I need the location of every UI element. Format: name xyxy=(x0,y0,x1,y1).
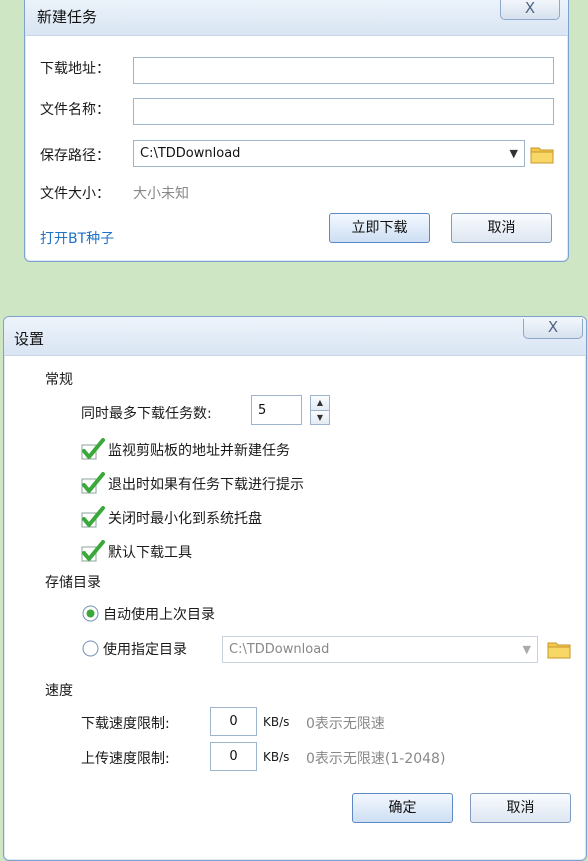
directory-value: C:\TDDownload xyxy=(229,642,330,657)
ok-button[interactable]: 确定 xyxy=(352,793,453,823)
checkbox-label: 关闭时最小化到系统托盘 xyxy=(108,511,262,527)
file-size-label: 文件大小： xyxy=(40,186,110,202)
new-task-title: 新建任务 xyxy=(37,8,98,26)
settings-titlebar: 设置 X xyxy=(4,317,586,356)
checkmark-icon xyxy=(81,540,105,562)
file-name-label: 文件名称： xyxy=(40,102,110,118)
decrement-icon[interactable]: ▼ xyxy=(310,410,330,425)
open-bt-link[interactable]: 打开BT种子 xyxy=(40,228,114,248)
storage-heading: 存储目录 xyxy=(45,575,101,591)
file-size-value: 大小未知 xyxy=(133,186,189,202)
upload-unit: KB/s xyxy=(263,750,290,764)
url-label: 下载地址： xyxy=(40,61,110,77)
upload-limit-input[interactable] xyxy=(210,742,257,771)
radio-selected-icon xyxy=(82,605,99,622)
checkbox-exit-prompt[interactable]: 退出时如果有任务下载进行提示 xyxy=(81,472,381,496)
checkmark-icon xyxy=(81,438,105,460)
new-task-titlebar: 新建任务 X xyxy=(25,0,568,36)
checkbox-minimize-tray[interactable]: 关闭时最小化到系统托盘 xyxy=(81,506,381,530)
settings-dialog: 设置 X 常规 同时最多下载任务数: ▲ ▼ 监视剪贴板的地址并新建任务 退出时… xyxy=(3,316,587,861)
max-tasks-label: 同时最多下载任务数: xyxy=(81,406,212,422)
download-limit-input[interactable] xyxy=(210,707,257,736)
checkmark-icon xyxy=(81,472,105,494)
radio-last-directory[interactable]: 自动使用上次目录 xyxy=(82,603,332,625)
new-task-close-button[interactable]: X xyxy=(500,0,560,20)
checkbox-label: 监视剪贴板的地址并新建任务 xyxy=(108,443,290,459)
upload-limit-label: 上传速度限制: xyxy=(81,751,170,767)
folder-icon[interactable] xyxy=(530,144,554,164)
folder-icon[interactable] xyxy=(547,639,571,659)
chevron-down-icon: ▼ xyxy=(522,643,531,656)
checkbox-monitor-clipboard[interactable]: 监视剪贴板的地址并新建任务 xyxy=(81,438,381,462)
general-heading: 常规 xyxy=(45,372,73,388)
chevron-down-icon: ▼ xyxy=(509,147,518,160)
increment-icon[interactable]: ▲ xyxy=(310,395,330,410)
checkbox-default-tool[interactable]: 默认下载工具 xyxy=(81,540,381,564)
radio-label: 自动使用上次目录 xyxy=(103,607,215,623)
new-task-dialog: 新建任务 X 下载地址： 文件名称： 保存路径： C:\TDDownload ▼… xyxy=(24,0,569,262)
directory-combo[interactable]: C:\TDDownload ▼ xyxy=(222,636,538,663)
file-name-input[interactable] xyxy=(133,98,554,125)
settings-close-button[interactable]: X xyxy=(523,319,583,339)
settings-cancel-button[interactable]: 取消 xyxy=(470,793,571,823)
download-hint: 0表示无限速 xyxy=(306,716,385,732)
download-now-button[interactable]: 立即下载 xyxy=(329,213,430,243)
settings-title: 设置 xyxy=(14,330,45,348)
save-path-combo[interactable]: C:\TDDownload ▼ xyxy=(133,140,525,167)
download-unit: KB/s xyxy=(263,715,290,729)
checkbox-label: 退出时如果有任务下载进行提示 xyxy=(108,477,304,493)
radio-unselected-icon xyxy=(82,640,99,657)
checkmark-icon xyxy=(81,506,105,528)
max-tasks-stepper[interactable]: ▲ ▼ xyxy=(310,395,330,425)
upload-hint: 0表示无限速(1-2048) xyxy=(306,751,446,767)
save-path-label: 保存路径： xyxy=(40,148,110,164)
radio-label: 使用指定目录 xyxy=(103,642,187,658)
radio-specified-directory[interactable]: 使用指定目录 xyxy=(82,638,222,660)
max-tasks-input[interactable] xyxy=(251,395,302,425)
url-input[interactable] xyxy=(133,57,554,84)
checkbox-label: 默认下载工具 xyxy=(108,545,192,561)
new-task-cancel-button[interactable]: 取消 xyxy=(451,213,552,243)
save-path-value: C:\TDDownload xyxy=(140,146,241,161)
download-limit-label: 下载速度限制: xyxy=(81,716,170,732)
speed-heading: 速度 xyxy=(45,683,73,699)
